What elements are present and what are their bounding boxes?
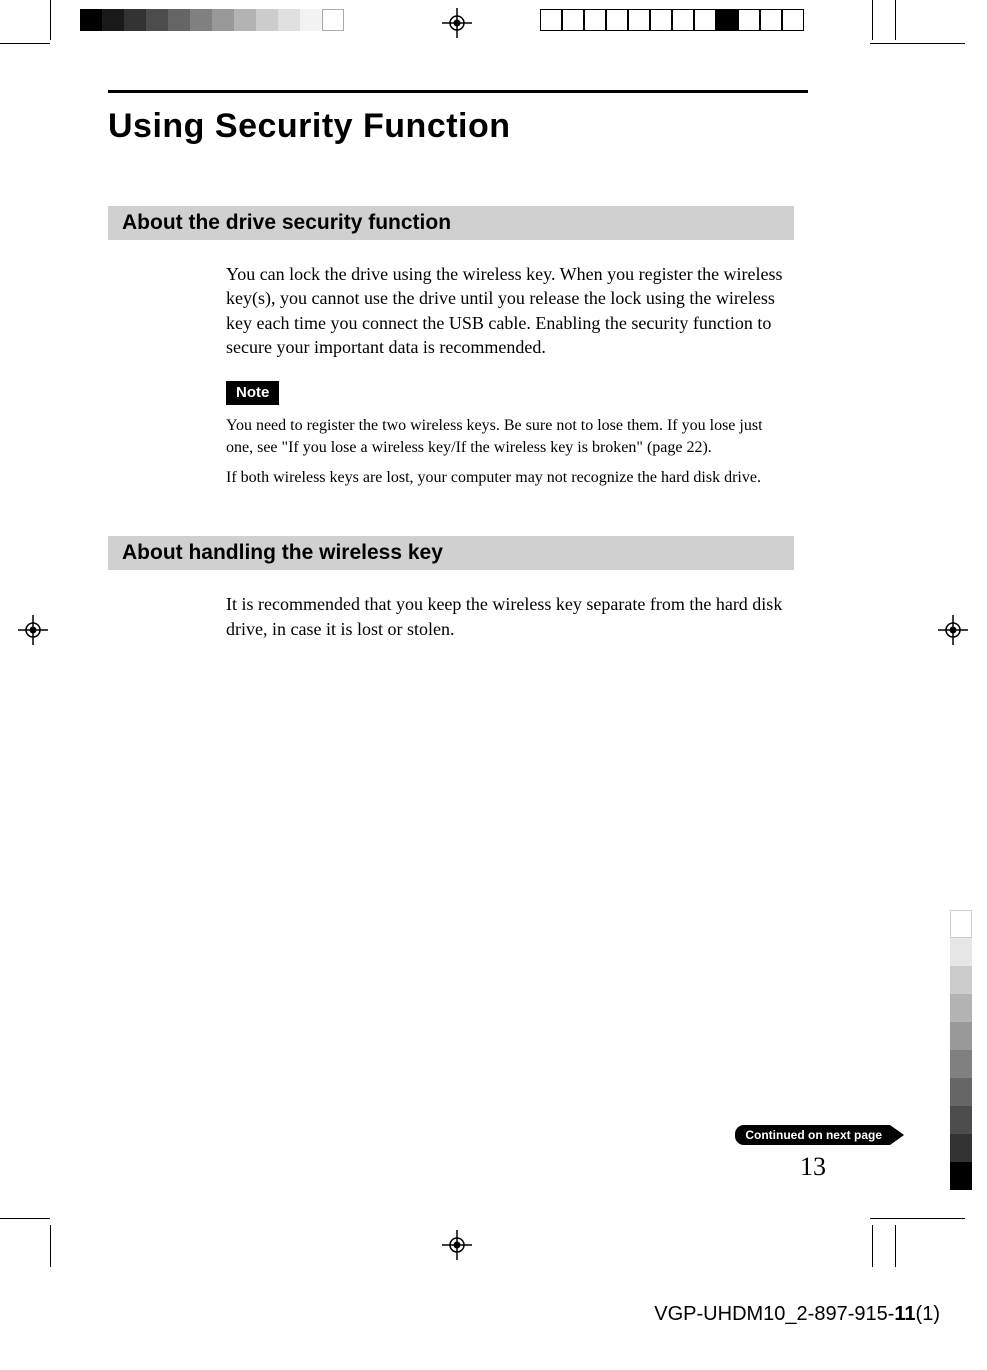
paragraph: You can lock the drive using the wireles… [226,262,786,359]
crop-mark [872,1225,873,1267]
side-gray-bar [950,910,972,1190]
crop-mark [895,1225,896,1267]
crop-mark [870,43,965,44]
horizontal-rule [108,90,808,93]
crop-mark [0,43,50,44]
section-header: About handling the wireless key [108,536,794,570]
color-calibration-bar [80,9,344,31]
crop-mark [0,1218,50,1219]
section-body: You can lock the drive using the wireles… [226,262,786,488]
section-body: It is recommended that you keep the wire… [226,592,786,641]
note-text: If both wireless keys are lost, your com… [226,467,786,489]
footer-prefix: VGP-UHDM10_2-897-915- [654,1303,894,1325]
crop-mark [50,0,51,40]
crop-mark [895,0,896,40]
continued-badge: Continued on next page [735,1125,890,1145]
crop-mark [870,1218,965,1219]
section-header: About the drive security function [108,206,794,240]
footer-bold: 11 [894,1303,915,1325]
continued-indicator: Continued on next page [680,1125,890,1145]
page-title: Using Security Function [108,107,808,146]
registration-mark-icon [18,615,48,645]
color-calibration-bar-outline [540,9,804,31]
crop-mark [872,0,873,40]
print-page: Using Security Function About the drive … [0,0,987,1370]
footer-suffix: (1) [916,1303,940,1325]
registration-mark-icon [442,1230,472,1260]
paragraph: It is recommended that you keep the wire… [226,592,786,641]
note-badge: Note [226,381,279,405]
registration-mark-icon [442,8,472,38]
crop-mark [50,1225,51,1267]
note-text: You need to register the two wireless ke… [226,415,786,458]
registration-mark-icon [938,615,968,645]
footer-document-code: VGP-UHDM10_2-897-915-11(1) [460,1303,940,1326]
page-number: 13 [800,1152,826,1182]
content-area: Using Security Function About the drive … [108,90,808,655]
